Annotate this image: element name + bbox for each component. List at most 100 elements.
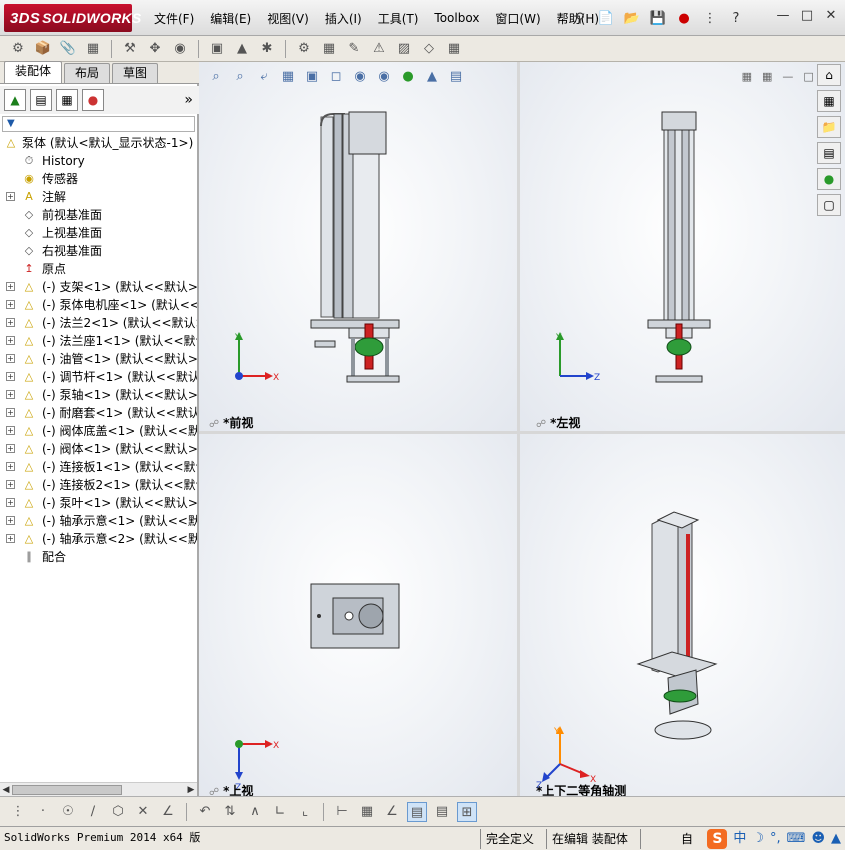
tree-node[interactable]: + △ (-) 阀体<1> (默认<<默认>_显 <box>0 440 197 458</box>
new-motion-study-icon[interactable]: ✱ <box>257 39 277 59</box>
linear-pattern-icon[interactable]: ▦ <box>83 39 103 59</box>
exploded-view-icon[interactable]: ▦ <box>319 39 339 59</box>
tree-node[interactable]: + A 注解 <box>0 188 197 206</box>
graphics-area[interactable]: ⌕ ⌕ ⤶ ▦ ▣ ◻ ◉ ◉ ● ▲ ▤ Y X ☍ *前视 ▦ ▦ — □ … <box>199 62 845 796</box>
tree-node[interactable]: ↥ 原点 <box>0 260 197 278</box>
tree-node[interactable]: + △ (-) 泵轴<1> (默认<<默认>_显 <box>0 386 197 404</box>
help-icon[interactable]: ? <box>726 8 746 28</box>
instant3d-icon[interactable]: ▦ <box>444 39 464 59</box>
tree-node[interactable]: + △ (-) 油管<1> (默认<<默认>_显 <box>0 350 197 368</box>
menu-edit[interactable]: 编辑(E) <box>202 10 259 27</box>
move-component-icon[interactable]: ✥ <box>145 39 165 59</box>
solidworks-logo[interactable]: 3DS SOLIDWORKS <box>4 4 141 32</box>
shirt-icon[interactable]: ▲ <box>831 828 841 850</box>
tab-sketch[interactable]: 草图 <box>112 63 159 83</box>
menu-tools[interactable]: 工具(T) <box>370 10 427 27</box>
tangent-icon[interactable]: ∧ <box>245 802 265 822</box>
shaded-view-icon[interactable]: ▤ <box>407 801 427 822</box>
new-document-icon[interactable]: 📄 <box>596 8 616 28</box>
scroll-right-arrow-icon[interactable]: ▶ <box>185 783 197 797</box>
display-manager-icon[interactable]: ● <box>82 89 104 111</box>
solidworks-resources-icon[interactable]: ⌂ <box>817 64 841 86</box>
expand-plus-icon[interactable]: + <box>6 318 15 327</box>
viewport-horizontal-splitter[interactable] <box>199 431 845 434</box>
viewport-front[interactable]: ⌕ ⌕ ⤶ ▦ ▣ ◻ ◉ ◉ ● ▲ ▤ Y X ☍ *前视 <box>199 62 517 431</box>
design-library-icon[interactable]: ▦ <box>817 90 841 112</box>
tree-node[interactable]: + △ (-) 阀体底盖<1> (默认<<默认 <box>0 422 197 440</box>
assembly-features-icon[interactable]: ▣ <box>207 39 227 59</box>
hide-components-icon[interactable]: ◉ <box>170 39 190 59</box>
property-manager-icon[interactable]: ▤ <box>30 89 52 111</box>
menu-window[interactable]: 窗口(W) <box>487 10 548 27</box>
tree-node[interactable]: + △ (-) 连接板2<1> (默认<<默认 <box>0 476 197 494</box>
two-view-icon[interactable]: ▤ <box>432 802 452 822</box>
expand-plus-icon[interactable]: + <box>6 516 15 525</box>
menu-toolbox[interactable]: Toolbox <box>426 11 487 25</box>
viewport-left[interactable]: ▦ ▦ — □ ✕ Y Z ☍*左视 <box>520 62 845 431</box>
corner-icon[interactable]: ⌞ <box>295 802 315 822</box>
expand-plus-icon[interactable]: + <box>6 426 15 435</box>
tree-node[interactable]: ◇ 右视基准面 <box>0 242 197 260</box>
viewport-iso[interactable]: Y X Z *上下二等角轴测 <box>520 434 845 796</box>
tree-node[interactable]: + △ (-) 法兰2<1> (默认<<默认>_显 <box>0 314 197 332</box>
mate-icon[interactable]: 📎 <box>58 39 78 59</box>
smart-fasteners-icon[interactable]: ⚒ <box>120 39 140 59</box>
four-view-icon[interactable]: ⊞ <box>457 801 477 822</box>
expand-plus-icon[interactable]: + <box>6 300 15 309</box>
expand-plus-icon[interactable]: + <box>6 336 15 345</box>
convert-entities-icon[interactable]: ∟ <box>270 802 290 822</box>
expand-plus-icon[interactable]: + <box>6 390 15 399</box>
tab-assembly[interactable]: 装配体 <box>4 61 63 83</box>
tree-root[interactable]: △ 泵体 (默认<默认_显示状态-1>) <box>0 134 197 152</box>
reference-geometry-icon[interactable]: ▲ <box>232 39 252 59</box>
expand-plus-icon[interactable]: + <box>6 462 15 471</box>
tree-node[interactable]: ◇ 上视基准面 <box>0 224 197 242</box>
measure-angle-icon[interactable]: ∠ <box>382 802 402 822</box>
view-palette-icon[interactable]: ▤ <box>817 142 841 164</box>
expand-plus-icon[interactable]: + <box>6 534 15 543</box>
point-icon[interactable]: · <box>33 802 53 822</box>
expand-plus-icon[interactable]: + <box>6 282 15 291</box>
tree-node[interactable]: + △ (-) 法兰座1<1> (默认<<默认> <box>0 332 197 350</box>
explode-line-sketch-icon[interactable]: ✎ <box>344 39 364 59</box>
traffic-light-icon[interactable]: ● <box>674 8 694 28</box>
tree-node[interactable]: + △ (-) 支架<1> (默认<<默认>_显 <box>0 278 197 296</box>
scroll-left-arrow-icon[interactable]: ◀ <box>0 783 12 797</box>
custom-properties-icon[interactable]: ▢ <box>817 194 841 216</box>
file-explorer-icon[interactable]: 📁 <box>817 116 841 138</box>
polygon-icon[interactable]: ⬡ <box>108 802 128 822</box>
menu-file[interactable]: 文件(F) <box>146 10 202 27</box>
moon-icon[interactable]: ☽ <box>752 828 764 850</box>
menu-insert[interactable]: 插入(I) <box>317 10 370 27</box>
options-icon[interactable]: ⋮ <box>700 8 720 28</box>
edit-component-icon[interactable]: ⚙ <box>8 39 28 59</box>
insert-component-icon[interactable]: 📦 <box>33 39 53 59</box>
tree-node[interactable]: + △ (-) 连接板1<1> (默认<<默认 <box>0 458 197 476</box>
viewport-top[interactable]: X Z ☍ *上视 <box>199 434 517 796</box>
expand-plus-icon[interactable]: + <box>6 192 15 201</box>
scroll-thumb[interactable] <box>12 785 122 795</box>
expand-plus-icon[interactable]: + <box>6 372 15 381</box>
open-file-icon[interactable]: 📂 <box>622 8 642 28</box>
expand-plus-icon[interactable]: + <box>6 498 15 507</box>
circle-icon[interactable]: ☉ <box>58 802 78 822</box>
tab-layout[interactable]: 布局 <box>64 63 111 83</box>
menu-view[interactable]: 视图(V) <box>259 10 317 27</box>
expand-plus-icon[interactable]: + <box>6 408 15 417</box>
angle-icon[interactable]: ∠ <box>158 802 178 822</box>
grid-icon[interactable]: ▦ <box>357 802 377 822</box>
expand-plus-icon[interactable]: + <box>6 444 15 453</box>
offset-icon[interactable]: ↶ <box>195 802 215 822</box>
sogou-ime-icon[interactable]: S <box>707 829 728 849</box>
interference-detection-icon[interactable]: ⚠ <box>369 39 389 59</box>
clearance-verification-icon[interactable]: ▨ <box>394 39 414 59</box>
viewport-vertical-splitter[interactable] <box>517 62 520 796</box>
mirror-icon[interactable]: ⇅ <box>220 802 240 822</box>
tree-node[interactable]: ∥ 配合 <box>0 548 197 566</box>
tree-node[interactable]: + △ (-) 泵叶<1> (默认<<默认>_显 <box>0 494 197 512</box>
close-icon[interactable]: ✕ <box>823 8 839 24</box>
configuration-manager-icon[interactable]: ▦ <box>56 89 78 111</box>
tree-node[interactable]: + △ (-) 轴承示意<1> (默认<<默认 <box>0 512 197 530</box>
pin-icon[interactable]: ⚲ <box>570 8 590 28</box>
tree-horizontal-scrollbar[interactable]: ◀ ▶ <box>0 782 197 796</box>
